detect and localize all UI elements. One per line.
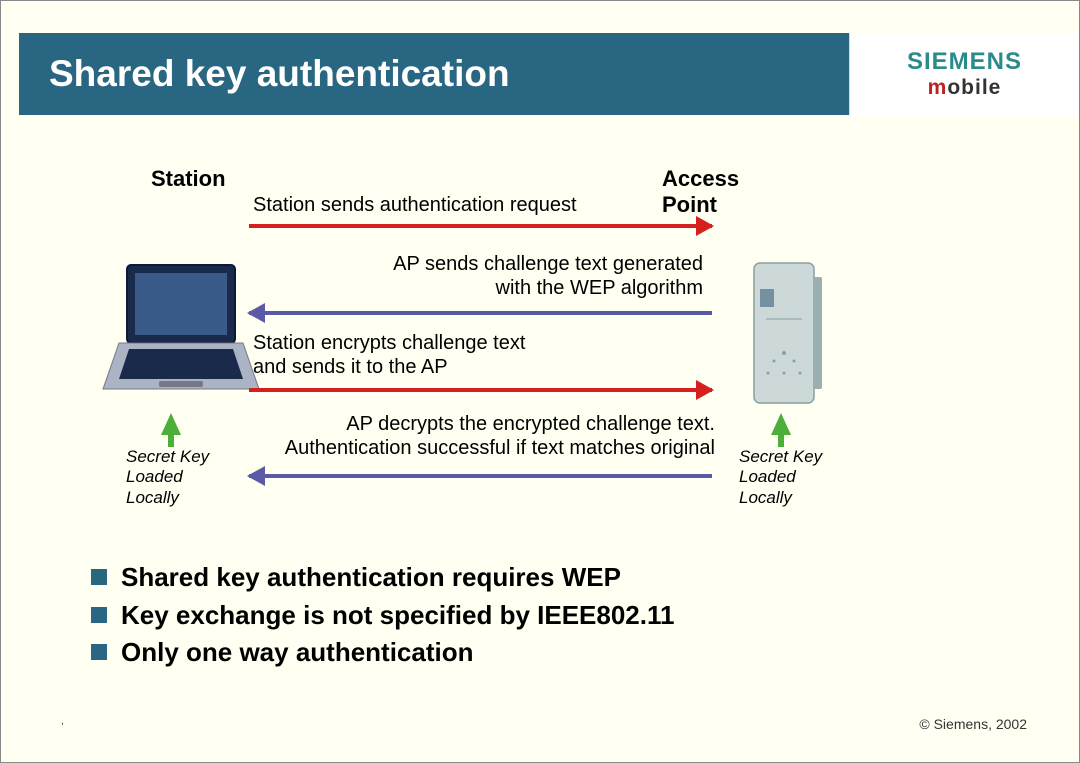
msg-1: Station sends authentication request	[253, 193, 703, 217]
auth-diagram: Station Access Point	[106, 166, 936, 526]
bullet-list: Shared key authentication requires WEP K…	[91, 559, 1019, 672]
footer-copyright: © Siemens, 2002	[919, 716, 1027, 732]
list-item: Shared key authentication requires WEP	[91, 559, 1019, 597]
logo-sub: mobile	[928, 76, 1002, 100]
arrow-left-icon	[249, 474, 712, 478]
arrow-left-icon	[249, 311, 712, 315]
msg-2: AP sends challenge text generated with t…	[263, 252, 703, 300]
secret-key-caption-station: Secret Key Loaded Locally	[126, 447, 209, 508]
logo-brand: SIEMENS	[907, 48, 1022, 76]
slide-title: Shared key authentication	[49, 53, 510, 95]
msg-3: Station encrypts challenge text and send…	[253, 331, 703, 379]
title-box: Shared key authentication	[19, 33, 849, 115]
up-arrow-icon	[161, 413, 181, 435]
secret-key-caption-ap: Secret Key Loaded Locally	[739, 447, 822, 508]
arrow-right-icon	[249, 224, 712, 228]
up-arrow-icon	[771, 413, 791, 435]
list-item: Only one way authentication	[91, 634, 1019, 672]
slide: Shared key authentication SIEMENS mobile…	[0, 0, 1080, 763]
arrow-right-icon	[249, 388, 712, 392]
laptop-icon	[101, 261, 261, 406]
footer-left: ,	[61, 716, 64, 732]
siemens-logo: SIEMENS mobile	[849, 33, 1079, 115]
header-bar: Shared key authentication SIEMENS mobile	[19, 33, 1079, 115]
list-item: Key exchange is not specified by IEEE802…	[91, 597, 1019, 635]
access-point-icon	[748, 261, 826, 416]
msg-4: AP decrypts the encrypted challenge text…	[263, 412, 715, 460]
footer: , © Siemens, 2002	[61, 716, 1027, 732]
station-label: Station	[151, 166, 226, 192]
